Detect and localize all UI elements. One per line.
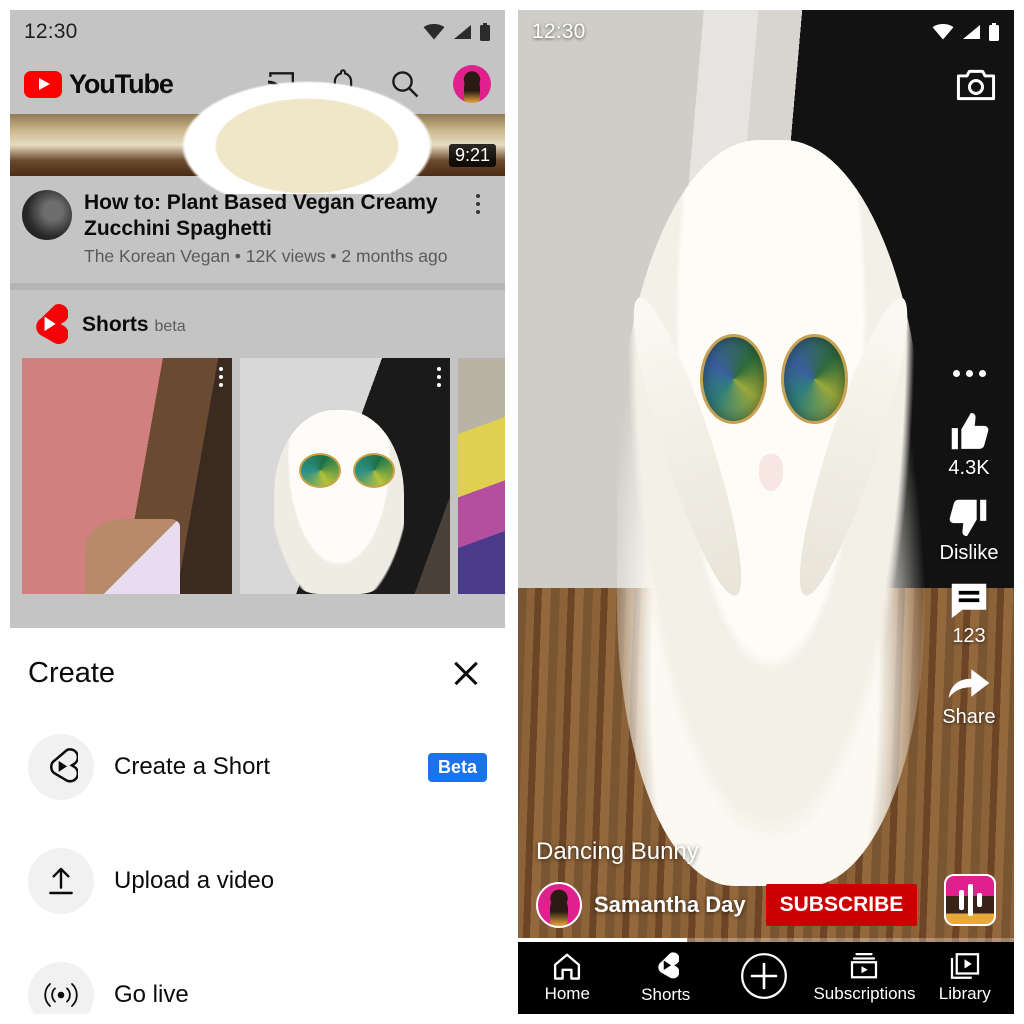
nav-label-home: Home xyxy=(544,984,590,1003)
feed-video-metadata: The Korean Vegan • 12K views • 2 months … xyxy=(84,246,448,267)
nav-label-subscriptions: Subscriptions xyxy=(813,984,916,1003)
shorts-shelf-header: Shorts beta xyxy=(10,290,505,358)
youtube-logo[interactable]: YouTube xyxy=(24,68,174,100)
shorts-beta-label: beta xyxy=(154,318,186,336)
nav-item-create[interactable] xyxy=(715,952,813,1004)
thumbs-up-icon[interactable] xyxy=(946,409,992,455)
battery-icon xyxy=(480,23,490,41)
left-phone-screen: 12:30 YouTube 9:21 How to: Plant Based V… xyxy=(10,10,505,1014)
youtube-play-icon xyxy=(24,70,62,98)
create-short-label: Create a Short xyxy=(114,753,271,780)
nav-label-shorts: Shorts xyxy=(641,985,691,1004)
nav-item-subscriptions[interactable]: Subscriptions xyxy=(813,952,916,1004)
bottom-nav-bar: Home Shorts Subscriptions Library xyxy=(518,942,1014,1014)
broadcast-live-icon xyxy=(28,962,94,1014)
upload-video-row[interactable]: Upload a video xyxy=(28,824,487,938)
shorts-card-row[interactable] xyxy=(10,358,505,595)
nav-item-shorts[interactable]: Shorts xyxy=(616,951,714,1005)
go-live-row[interactable]: Go live xyxy=(28,938,487,1014)
account-avatar[interactable] xyxy=(453,65,491,103)
plus-circle-icon xyxy=(741,953,788,999)
shorts-card[interactable] xyxy=(458,358,505,595)
wifi-icon xyxy=(932,24,954,40)
screenshot-root: 12:30 YouTube 9:21 How to: Plant Based V… xyxy=(0,0,1024,1024)
like-count: 4.3K xyxy=(948,457,990,479)
shorts-card[interactable] xyxy=(22,358,232,595)
like-action[interactable]: 4.3K xyxy=(946,409,992,480)
feed-video-thumbnail[interactable]: 9:21 xyxy=(10,74,505,194)
signal-icon xyxy=(963,25,980,39)
subscribe-button[interactable]: SUBSCRIBE xyxy=(765,884,918,926)
create-sheet-title: Create xyxy=(28,656,116,689)
status-icons xyxy=(932,23,1000,41)
dislike-label: Dislike xyxy=(939,542,999,564)
channel-avatar[interactable] xyxy=(22,190,72,240)
nav-item-library[interactable]: Library xyxy=(916,952,1014,1004)
status-clock: 12:30 xyxy=(532,20,586,43)
upload-video-label: Upload a video xyxy=(114,867,275,894)
home-icon xyxy=(554,953,581,980)
shorts-channel-row: Samantha Day SUBSCRIBE xyxy=(536,882,996,928)
comment-count: 123 xyxy=(952,625,986,647)
shorts-action-rail: 4.3K Dislike 123 Share xyxy=(932,370,1006,743)
sound-waveform-icon[interactable] xyxy=(944,874,996,926)
share-icon[interactable] xyxy=(946,662,992,704)
status-clock: 12:30 xyxy=(24,20,78,43)
kebab-menu-icon[interactable] xyxy=(219,367,223,388)
upload-arrow-icon xyxy=(28,848,94,914)
shorts-outline-icon xyxy=(28,734,94,800)
share-label: Share xyxy=(942,706,996,728)
sunglasses xyxy=(700,334,848,424)
left-status-bar: 12:30 xyxy=(10,10,505,54)
thumbs-down-icon[interactable] xyxy=(946,494,992,540)
dislike-action[interactable]: Dislike xyxy=(939,494,999,565)
beta-badge: Beta xyxy=(427,752,487,782)
more-horizontal-icon[interactable] xyxy=(952,370,986,377)
section-divider xyxy=(10,283,505,291)
shorts-title: Dancing Bunny xyxy=(536,838,699,865)
shorts-logo-icon xyxy=(36,304,68,345)
shorts-card[interactable] xyxy=(240,358,450,595)
kebab-menu-icon[interactable] xyxy=(465,190,491,267)
subscriptions-icon xyxy=(851,953,878,979)
share-action[interactable]: Share xyxy=(942,662,996,729)
shorts-shelf-title: Shorts xyxy=(82,313,149,337)
create-sheet-header: Create xyxy=(28,628,487,710)
kebab-menu-icon[interactable] xyxy=(437,367,441,388)
status-icons xyxy=(423,23,491,41)
shorts-logo-icon xyxy=(658,952,679,979)
nav-item-home[interactable]: Home xyxy=(518,952,616,1004)
bunny-subject xyxy=(616,140,926,887)
signal-icon xyxy=(454,25,471,39)
right-phone-screen: 12:30 4.3K Dislike 123 Share Dancing Bun… xyxy=(518,10,1014,1014)
wifi-icon xyxy=(423,24,445,40)
camera-icon[interactable] xyxy=(956,68,996,102)
right-status-bar: 12:30 xyxy=(518,10,1014,54)
nav-label-library: Library xyxy=(938,984,991,1003)
create-short-row[interactable]: Create a Short Beta xyxy=(28,710,487,824)
youtube-wordmark: YouTube xyxy=(69,68,174,99)
shorts-channel-name[interactable]: Samantha Day xyxy=(594,892,746,918)
create-bottom-sheet: Create Create a Short Beta Upload a vide… xyxy=(10,628,505,1014)
comment-icon[interactable] xyxy=(947,579,991,623)
battery-icon xyxy=(989,23,999,41)
close-icon[interactable] xyxy=(449,656,483,690)
library-icon xyxy=(950,953,979,979)
avatar[interactable] xyxy=(536,882,582,928)
video-duration-badge: 9:21 xyxy=(448,144,496,167)
shorts-bottom-overlay: Dancing Bunny Samantha Day SUBSCRIBE xyxy=(518,838,1014,942)
feed-video-title: How to: Plant Based Vegan Creamy Zucchin… xyxy=(84,191,438,240)
go-live-label: Go live xyxy=(114,981,189,1008)
comments-action[interactable]: 123 xyxy=(947,579,991,648)
